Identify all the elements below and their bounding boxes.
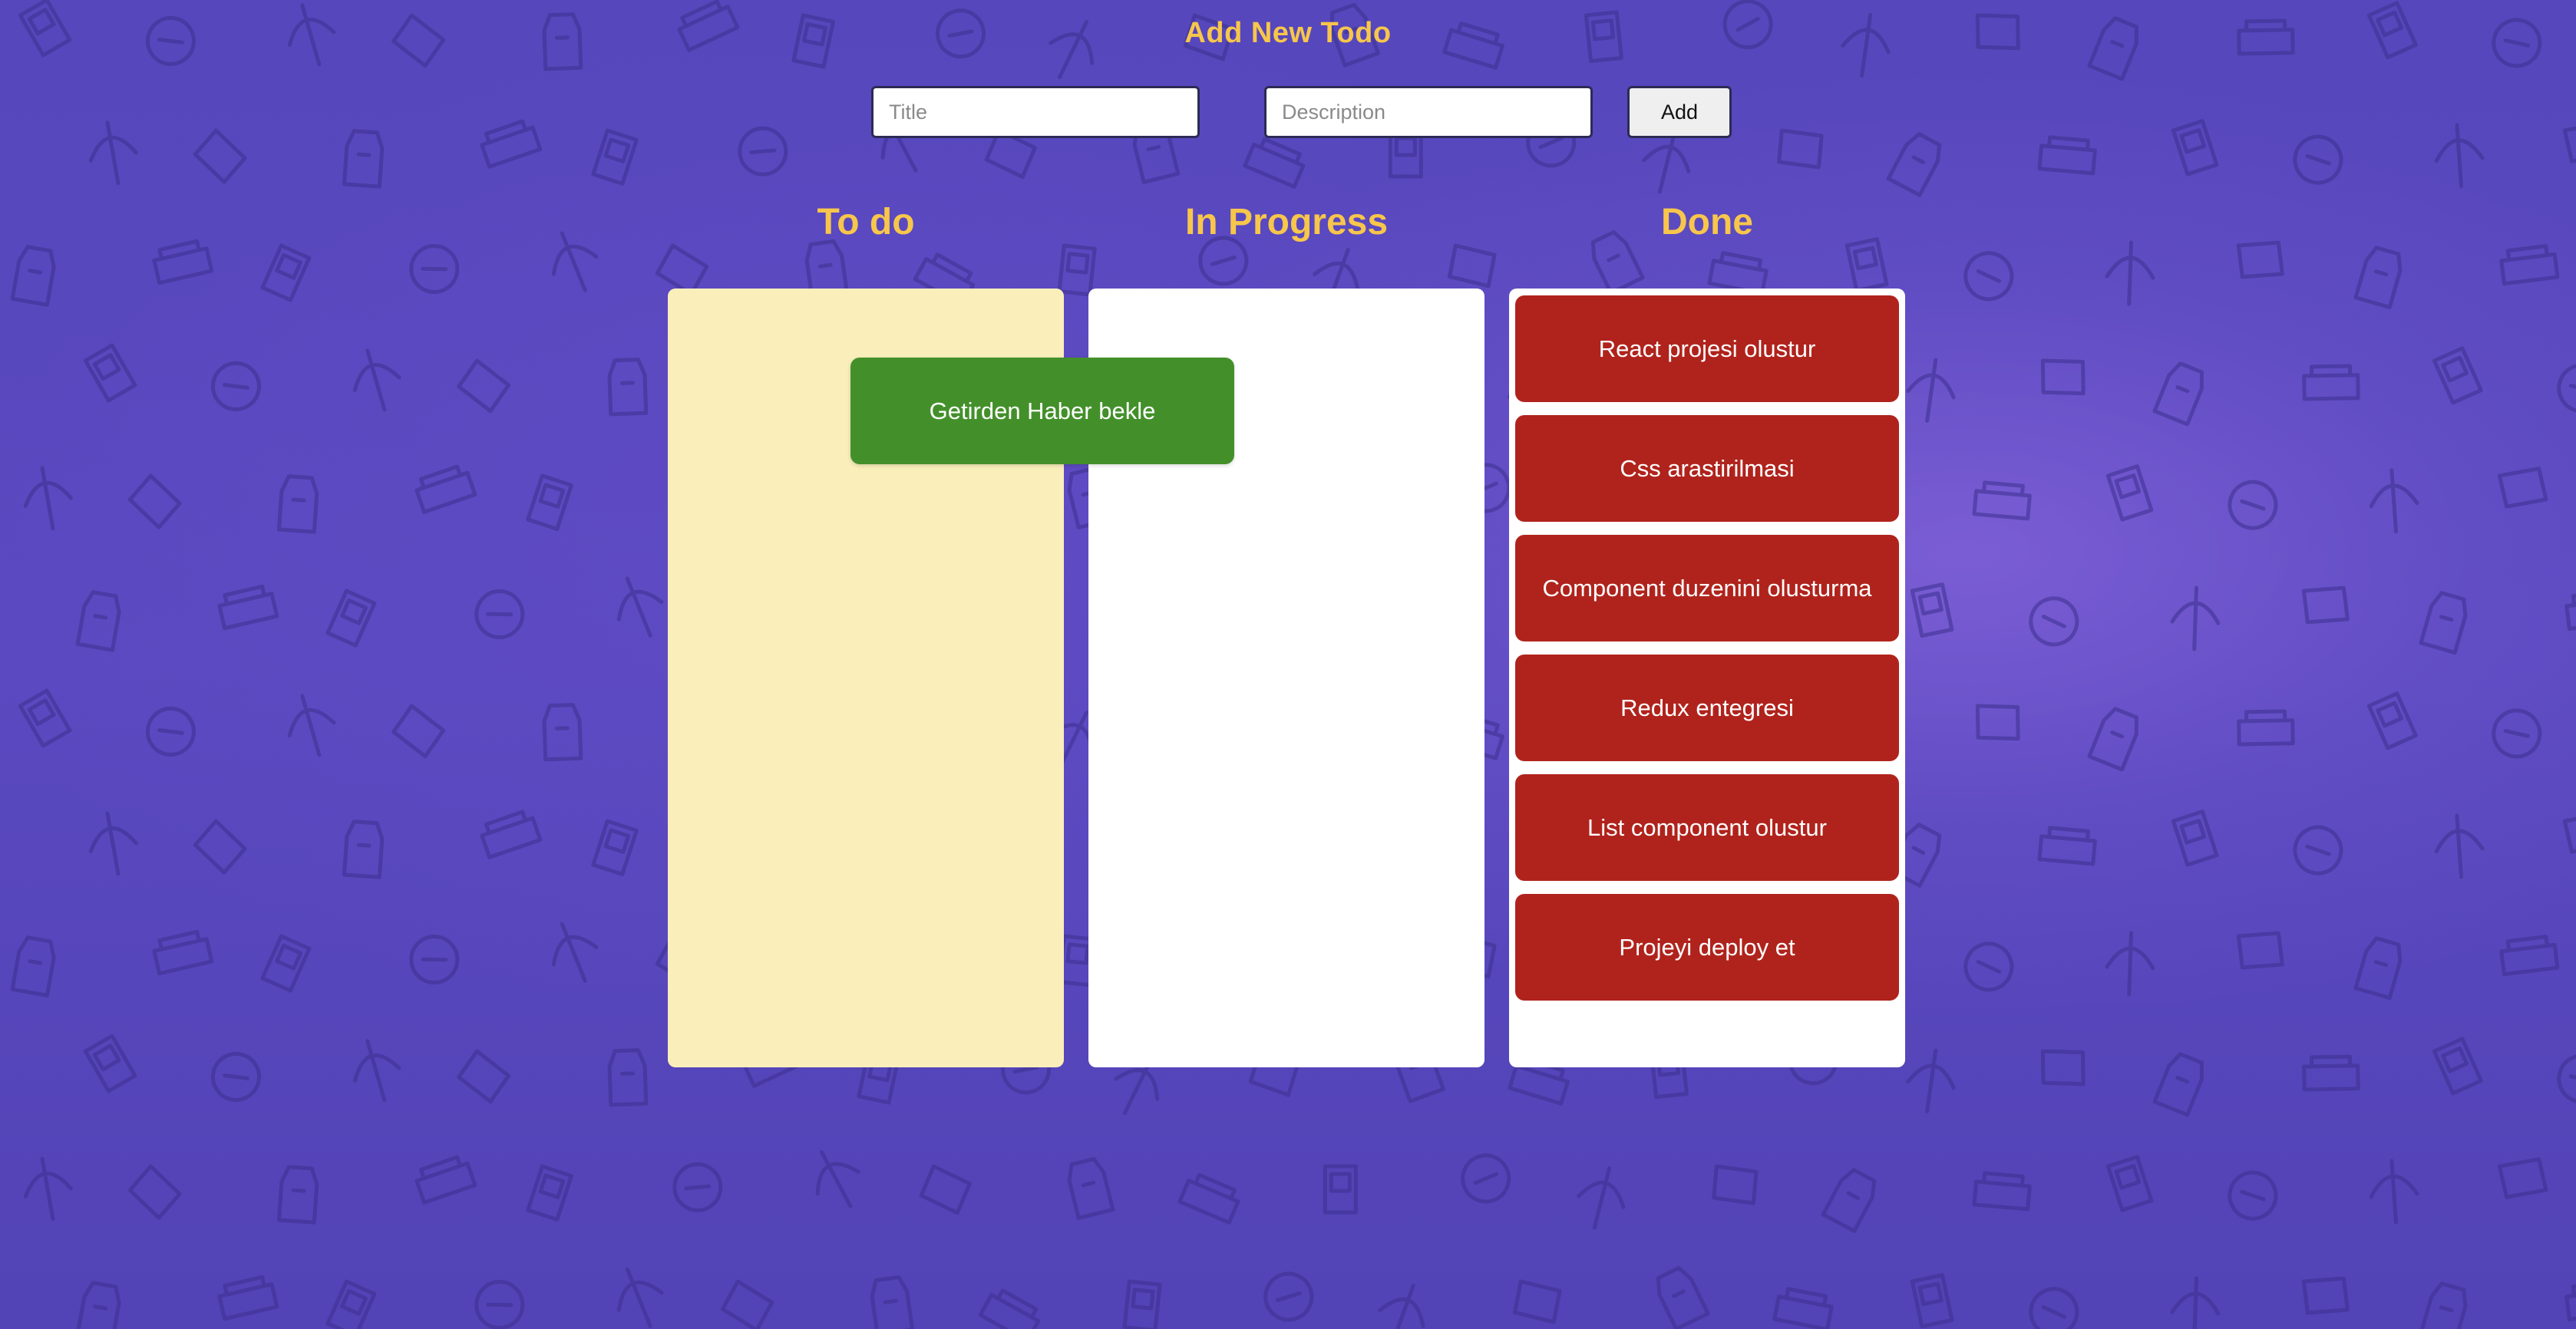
done-card[interactable]: Css arastirilmasi — [1515, 415, 1899, 522]
description-input[interactable] — [1264, 86, 1593, 138]
done-card[interactable]: Projeyi deploy et — [1515, 894, 1899, 1001]
add-button[interactable]: Add — [1627, 86, 1732, 138]
done-card[interactable]: Redux entegresi — [1515, 655, 1899, 761]
title-input[interactable] — [871, 86, 1200, 138]
done-card[interactable]: React projesi olustur — [1515, 295, 1899, 402]
page-title: Add New Todo — [1184, 17, 1392, 49]
column-heading-done: Done — [1661, 202, 1753, 242]
add-todo-form: Add — [0, 86, 2576, 140]
done-card[interactable]: Component duzenini olusturma — [1515, 535, 1899, 641]
dragging-todo-card[interactable]: Getirden Haber bekle — [850, 358, 1234, 464]
column-heading-in-progress: In Progress — [1184, 202, 1389, 242]
done-card[interactable]: List component olustur — [1515, 774, 1899, 881]
column-heading-todo: To do — [817, 202, 915, 242]
